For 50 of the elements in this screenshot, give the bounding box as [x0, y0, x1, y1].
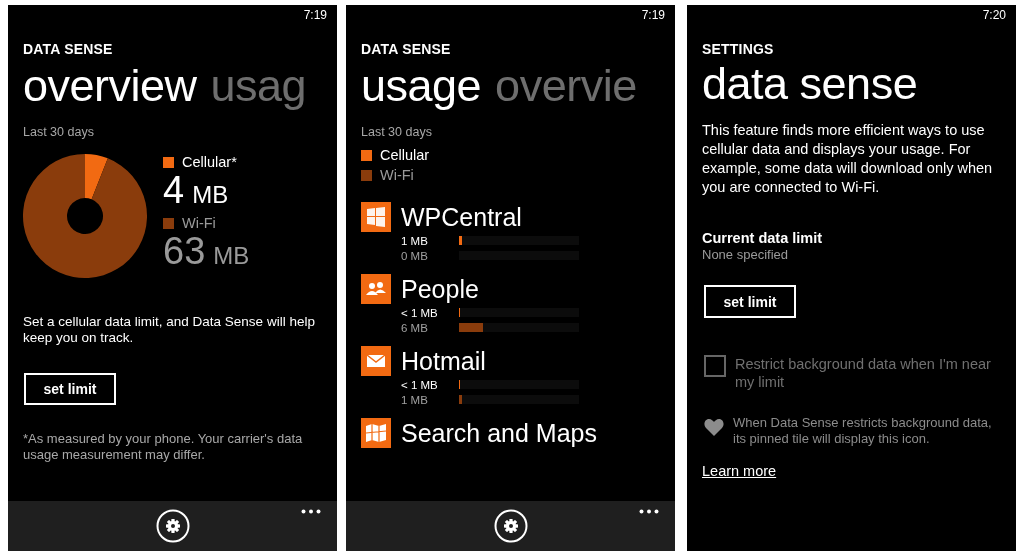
limit-message: Set a cellular data limit, and Data Sense will help keep you on track.: [23, 314, 316, 346]
map-tile-icon[interactable]: [361, 418, 391, 448]
more-icon[interactable]: [301, 509, 321, 514]
usage-amount: 4: [163, 170, 185, 210]
page-title: data sense: [702, 59, 918, 109]
limit-label: Current data limit: [702, 230, 823, 246]
usage-amount: 63: [163, 231, 206, 271]
window-tile-icon[interactable]: [361, 202, 391, 232]
pivot-tab[interactable]: overview: [23, 61, 197, 111]
app-name[interactable]: People: [401, 273, 479, 305]
more-icon[interactable]: [639, 509, 659, 514]
note-text: When Data Sense restricts background data, its pinned tile will display this icon.: [733, 415, 993, 447]
usage-reading: 6 MB: [401, 321, 429, 334]
app-name[interactable]: WPCentral: [401, 201, 522, 233]
heart-icon: [704, 418, 724, 436]
app-name[interactable]: Search and Maps: [401, 417, 597, 449]
usage-reading: 1 MB: [401, 393, 429, 406]
pivot-tab[interactable]: usag: [210, 61, 307, 111]
status-time: 7:19: [641, 8, 665, 22]
legend-label: Cellular*: [182, 154, 237, 170]
settings-icon[interactable]: [155, 509, 190, 543]
app-title: DATA SENSE: [23, 41, 113, 57]
app-title: DATA SENSE: [361, 41, 451, 57]
set-limit-button[interactable]: set limit: [24, 373, 116, 405]
period-label: Last 30 days: [361, 125, 432, 139]
limit-value: None specified: [702, 247, 788, 262]
app-title: SETTINGS: [702, 41, 774, 57]
pivot-tab[interactable]: usage: [361, 61, 482, 111]
usage-reading: < 1 MB: [401, 306, 439, 319]
people-tile-icon[interactable]: [361, 274, 391, 304]
status-time: 7:19: [303, 8, 327, 22]
status-time: 7:20: [982, 8, 1006, 22]
learn-more-link[interactable]: Learn more: [702, 463, 777, 479]
settings-icon[interactable]: [493, 509, 528, 543]
usage-reading: 0 MB: [401, 249, 429, 262]
legend-label: Cellular: [380, 147, 430, 163]
description-text: This feature finds more efficient ways to use cellular data and displays your usage. For example, some data will download only when you are connected to Wi-Fi.: [702, 121, 994, 197]
usage-reading: 1 MB: [401, 234, 429, 247]
period-label: Last 30 days: [23, 125, 94, 139]
usage-reading: < 1 MB: [401, 378, 439, 391]
app-name[interactable]: Hotmail: [401, 345, 486, 377]
usage-unit: MB: [192, 180, 229, 210]
usage-unit: MB: [213, 241, 250, 271]
footnote: *As measured by your phone. Your carrier's data usage measurement may differ.: [23, 431, 304, 463]
set-limit-button[interactable]: set limit: [704, 285, 796, 318]
checkbox-label: Restrict background data when I'm near my limit: [735, 355, 992, 391]
envelope-tile-icon[interactable]: [361, 346, 391, 376]
pivot-tab[interactable]: overvie: [495, 61, 637, 111]
legend-label: Wi-Fi: [380, 167, 414, 183]
legend-label: Wi-Fi: [182, 215, 216, 231]
